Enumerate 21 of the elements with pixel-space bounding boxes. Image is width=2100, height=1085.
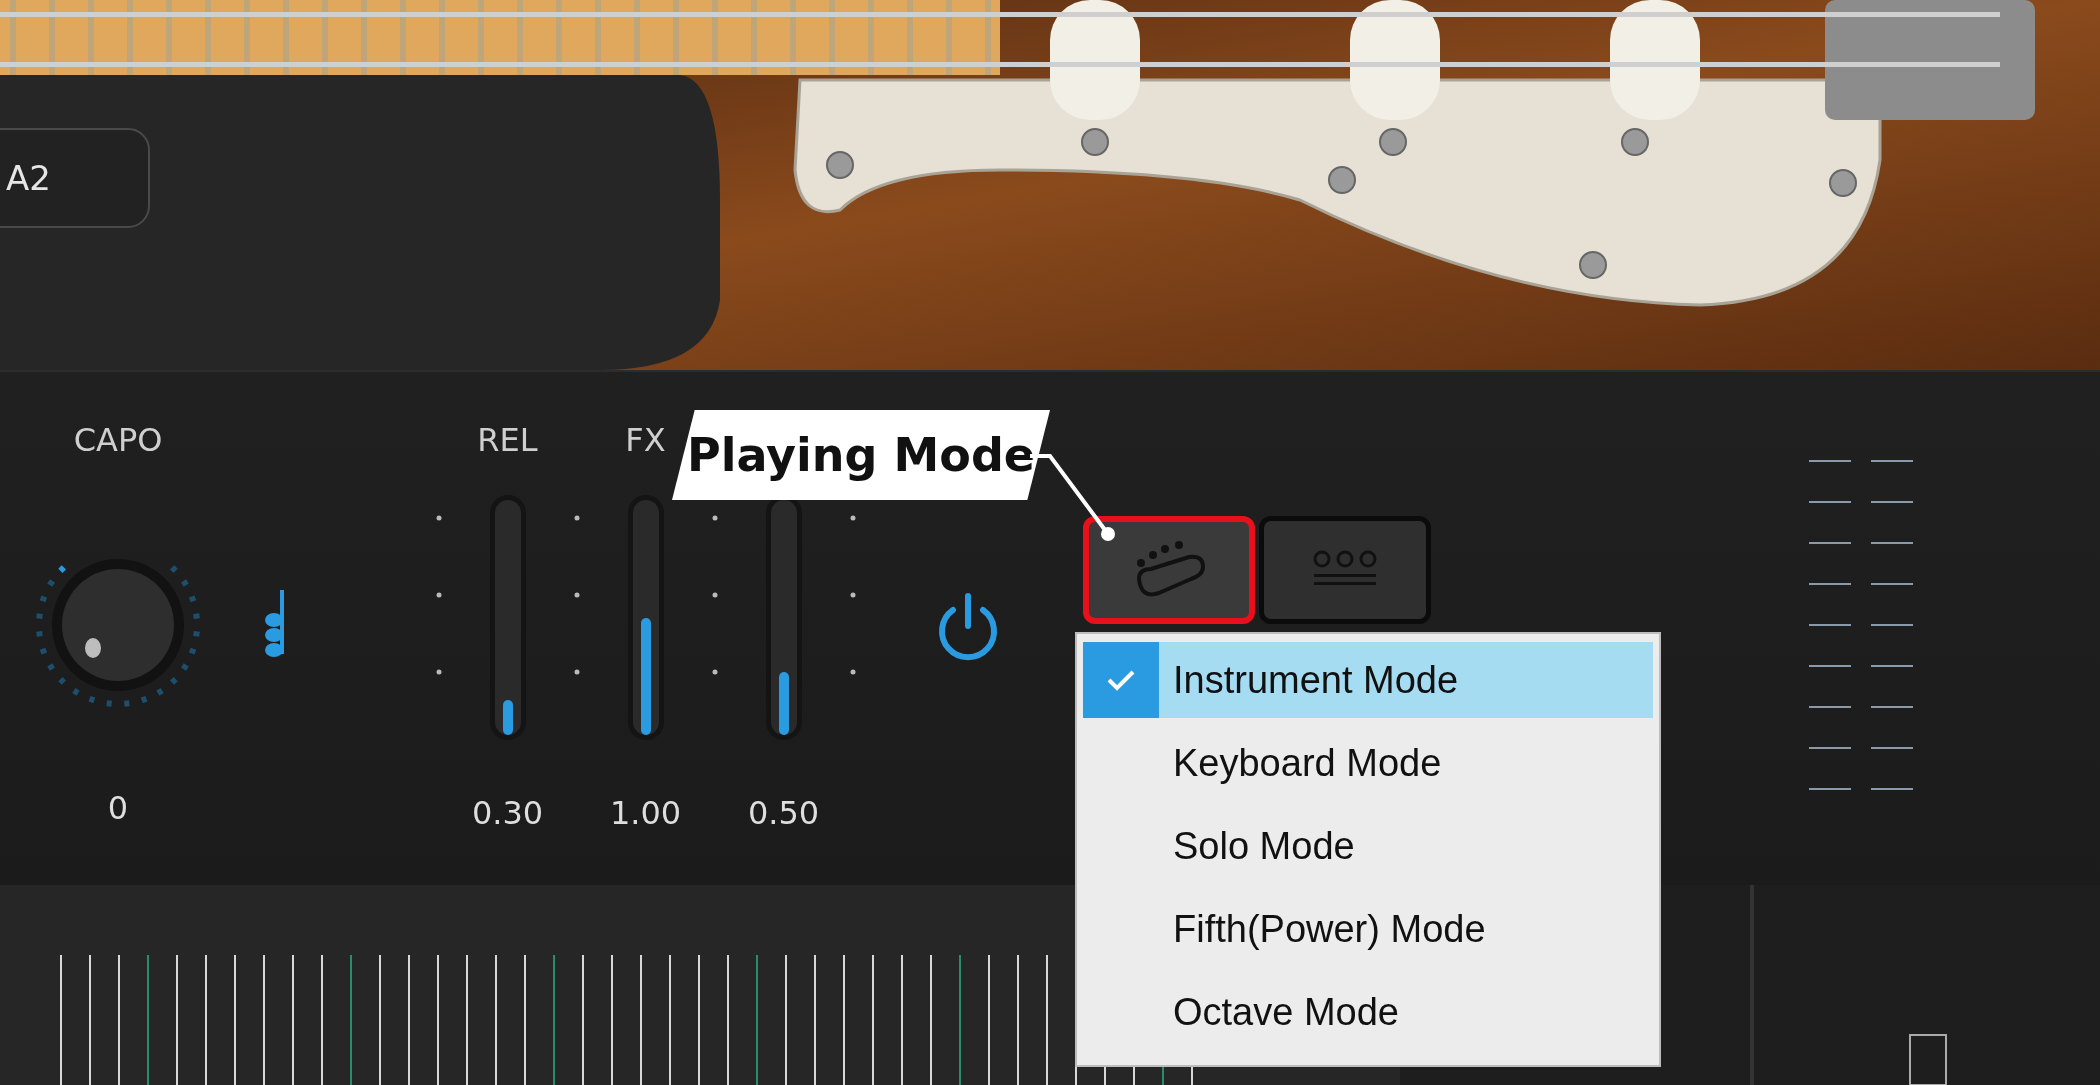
mode-button[interactable] xyxy=(1083,516,1255,624)
scale-dots-icon xyxy=(435,515,442,675)
menu-item[interactable]: Fifth(Power) Mode xyxy=(1083,891,1653,967)
slider-value: 0.30 xyxy=(471,793,544,833)
slider-value: 0.50 xyxy=(747,793,820,833)
menu-item[interactable]: Keyboard Mode xyxy=(1083,725,1653,801)
capo-label: CAPO xyxy=(73,420,163,460)
tuning-field[interactable]: A2 xyxy=(0,128,150,228)
slider-value: 1.00 xyxy=(609,793,682,833)
capo-value: 0 xyxy=(107,788,129,828)
menu-item[interactable]: Octave Mode xyxy=(1083,974,1653,1050)
menu-item[interactable]: Instrument Mode xyxy=(1083,642,1653,718)
callout-label: Playing Mode xyxy=(672,410,1050,500)
menu-item[interactable]: Solo Mode xyxy=(1083,808,1653,884)
slider-label: REL xyxy=(477,420,538,460)
note-icon[interactable] xyxy=(264,590,286,660)
scale-dots-icon xyxy=(849,515,856,675)
scale-dots-icon xyxy=(573,515,580,675)
scale-dots-icon xyxy=(711,515,718,675)
slider-label: FX xyxy=(625,420,666,460)
check-icon xyxy=(1106,668,1136,692)
